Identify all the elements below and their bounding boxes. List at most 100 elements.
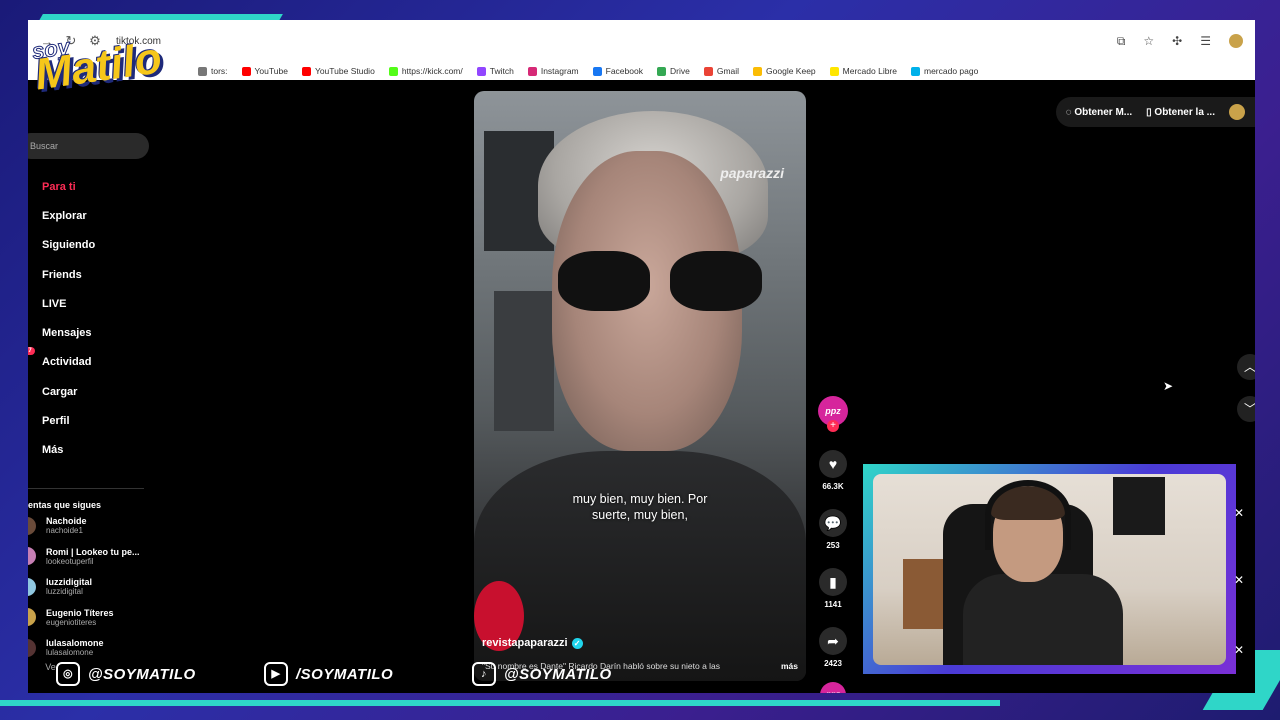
account-text: Nachoide nachoide1: [46, 516, 87, 535]
bookmark-item[interactable]: Google Keep: [753, 66, 816, 76]
youtube-icon: [241, 66, 251, 76]
sidebar-divider: [28, 488, 144, 489]
reading-list-icon[interactable]: ☰: [1200, 34, 1211, 48]
following-account[interactable]: luzzidigital luzzidigital: [28, 577, 92, 596]
sidebar-item-friends[interactable]: ☺ Friends: [28, 260, 95, 289]
sidebar-item-label: Explorar: [42, 209, 87, 222]
see-more-label: Ve: [45, 662, 56, 672]
sidebar-item-label: Perfil: [42, 415, 70, 428]
sidebar-item-cargar[interactable]: ⊞ Cargar: [28, 377, 95, 406]
sidebar-item-para-ti[interactable]: ⌂ Para ti: [28, 172, 95, 201]
account-handle: lulasalomone: [46, 648, 94, 657]
sidebar-item-label: Friends: [42, 268, 82, 281]
following-avatar-icon: ●: [28, 238, 30, 253]
close-icon[interactable]: ✕: [1234, 506, 1244, 520]
account-avatar: [28, 577, 36, 596]
bookmark-item[interactable]: mercado pago: [911, 66, 978, 76]
account-handle: eugeniotiteres: [46, 617, 97, 627]
bookmark-label: Google Keep: [766, 66, 816, 76]
social-handle-text: /SOYMATILO: [296, 665, 394, 683]
bookmark-label: YouTube: [254, 66, 288, 76]
following-account[interactable]: Eugenio Títeres eugeniotiteres: [28, 608, 114, 627]
following-account[interactable]: Nachoide nachoide1: [28, 516, 87, 535]
sidebar-item-mensajes[interactable]: ➤ Mensajes: [28, 318, 95, 347]
sidebar-item-perfil[interactable]: ● Perfil: [28, 406, 95, 435]
bookmark-star-icon[interactable]: ☆: [1143, 34, 1154, 48]
see-more-link[interactable]: ≡ Ve: [28, 662, 56, 672]
kick-icon: [388, 66, 398, 76]
sidebar-item-actividad[interactable]: ▢17 Actividad: [28, 347, 95, 377]
video-player[interactable]: paparazzi muy bien, muy bien. Por suerte…: [474, 91, 806, 681]
browser-toolbar: → ↻ ⚙ tiktok.com ⧉ ☆ ✣ ☰ tors: YouTube You…: [28, 20, 1255, 80]
chevron-down-icon[interactable]: ﹀: [1237, 396, 1255, 422]
account-name: luzzidigital: [46, 577, 92, 587]
sidebar-item-siguiendo[interactable]: ● Siguiendo: [28, 231, 95, 260]
follow-plus-icon[interactable]: +: [827, 420, 839, 432]
close-icon[interactable]: ✕: [1234, 643, 1244, 657]
subtitle-line: muy bien, muy bien. Por: [572, 492, 708, 506]
background-window: [494, 291, 554, 431]
verified-icon: ✓: [571, 637, 583, 649]
mercadolibre-icon: [829, 66, 839, 76]
more-dots-icon: ⋯: [28, 442, 30, 458]
inbox-icon: ▢17: [28, 347, 35, 370]
sidebar-nav: ⌂ Para ti ◎ Explorar ● Siguiendo ☺ Friends ▭ LIVE…: [28, 172, 95, 465]
following-account[interactable]: Romi | Lookeo tu pe... lookeotuperfil: [28, 547, 140, 566]
bookmark-item[interactable]: tors:: [198, 66, 228, 76]
account-text: lulasalomone lulasalomone: [46, 638, 104, 657]
search-input[interactable]: Buscar: [28, 133, 149, 159]
sidebar-item-explorar[interactable]: ◎ Explorar: [28, 201, 95, 230]
comment-icon[interactable]: 💬: [819, 509, 847, 537]
account-text: Romi | Lookeo tu pe... lookeotuperfil: [46, 547, 140, 566]
upload-plus-icon: ⊞: [28, 384, 30, 400]
bookmark-item[interactable]: Instagram: [527, 66, 579, 76]
bookmark-item[interactable]: YouTube: [241, 66, 288, 76]
twitch-icon: [476, 66, 486, 76]
sidebar-item-live[interactable]: ▭ LIVE: [28, 289, 95, 318]
user-avatar[interactable]: [1229, 104, 1245, 120]
bookmark-item[interactable]: Twitch: [476, 66, 514, 76]
get-app-button[interactable]: ▯ Obtener la ...: [1146, 107, 1215, 118]
install-app-icon[interactable]: ⧉: [1117, 34, 1126, 49]
account-avatar: [28, 547, 36, 565]
sidebar-item-más[interactable]: ⋯ Más: [28, 436, 95, 465]
bookmark-label: Gmail: [716, 66, 740, 76]
music-disc-icon[interactable]: ppz: [820, 682, 846, 693]
get-app-label: Obtener la ...: [1154, 106, 1215, 118]
top-right-bar: ◌ Obtener M... ▯ Obtener la ...: [1055, 97, 1255, 127]
mouse-cursor-icon: ➤: [1163, 379, 1174, 393]
account-text: luzzidigital luzzidigital: [46, 577, 92, 596]
like-heart-icon[interactable]: ♥: [819, 450, 847, 478]
creator-name[interactable]: revistapaparazzi ✓: [482, 637, 583, 649]
bookmark-item[interactable]: YouTube Studio: [301, 66, 375, 76]
profile-avatar[interactable]: [1229, 34, 1243, 48]
share-icon[interactable]: ➦: [819, 627, 847, 655]
bookmark-icon[interactable]: ▮: [819, 568, 847, 596]
bookmark-item[interactable]: Facebook: [592, 66, 643, 76]
bookmark-item[interactable]: Gmail: [703, 66, 740, 76]
bookmark-item[interactable]: https://kick.com/: [388, 66, 463, 76]
video-subtitles: muy bien, muy bien. Por suerte, muy bien…: [474, 491, 806, 523]
bookmark-label: Mercado Libre: [842, 66, 897, 76]
profile-avatar-icon: ●: [28, 414, 30, 429]
get-coins-label: Obtener M...: [1074, 106, 1133, 118]
sidebar-item-label: Para ti: [42, 180, 76, 193]
bookmark-item[interactable]: Mercado Libre: [829, 66, 897, 76]
account-avatar: [28, 638, 36, 657]
bookmark-label: Instagram: [540, 66, 579, 76]
mercadopago-icon: [911, 66, 920, 76]
caption-more-link[interactable]: más: [781, 661, 798, 671]
bookmark-label: mercado pago: [924, 66, 979, 76]
close-icon[interactable]: ✕: [1234, 573, 1244, 587]
get-coins-button[interactable]: ◌ Obtener M...: [1066, 107, 1133, 118]
frame-accent-bottom: [0, 700, 1000, 706]
drive-icon: [656, 66, 666, 76]
account-name: lulasalomone: [46, 638, 104, 648]
sidebar-item-label: Siguiendo: [42, 239, 96, 252]
account-handle: nachoide1: [46, 526, 83, 535]
bookmark-item[interactable]: Drive: [656, 66, 690, 76]
chevron-up-icon[interactable]: ︿: [1237, 354, 1255, 380]
tiktok-icon: ♪: [472, 662, 496, 686]
extensions-icon[interactable]: ✣: [1172, 34, 1182, 48]
following-account[interactable]: lulasalomone lulasalomone: [28, 638, 104, 657]
